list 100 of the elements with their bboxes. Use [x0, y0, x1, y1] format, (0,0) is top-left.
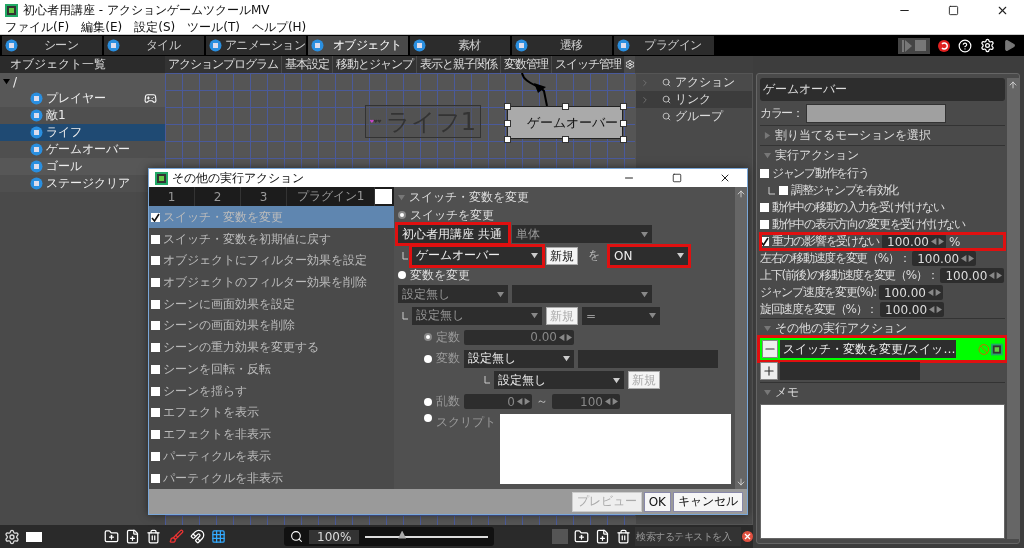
arrow-up-icon[interactable]	[1008, 80, 1018, 90]
checkbox[interactable]	[151, 343, 160, 353]
tab[interactable]: 変数管理	[501, 56, 551, 73]
add-folder-icon[interactable]	[574, 529, 589, 544]
checkbox[interactable]	[779, 186, 788, 195]
new-button[interactable]: 新規	[546, 246, 578, 265]
tree-item[interactable]: ライフ	[0, 124, 165, 141]
checkbox[interactable]	[151, 473, 160, 483]
list-item[interactable]: パーティクルを非表示	[149, 467, 394, 489]
memo-field[interactable]	[760, 404, 1005, 539]
list-item[interactable]: オブジェクトのフィルター効果を削除	[149, 271, 394, 294]
tree-item[interactable]: ゲームオーバー	[0, 141, 165, 158]
number-field[interactable]: 0	[464, 394, 532, 410]
text-field[interactable]	[578, 349, 718, 368]
tree-item[interactable]: プレイヤー	[0, 90, 165, 107]
dropdown[interactable]: 設定無し	[494, 371, 624, 390]
maximize-icon[interactable]	[947, 4, 959, 16]
grid-icon[interactable]	[211, 529, 226, 544]
checkbox[interactable]	[760, 169, 769, 178]
color-swatch[interactable]	[805, 103, 946, 123]
tab[interactable]: スイッチ管理	[552, 56, 624, 73]
checkbox[interactable]	[151, 451, 160, 461]
list-item[interactable]: パーティクルを表示	[149, 445, 394, 468]
number-field[interactable]: 100.00	[940, 268, 1005, 283]
menu-item[interactable]: 編集(E)	[81, 18, 123, 36]
checkbox[interactable]	[151, 386, 160, 396]
settings-icon[interactable]	[4, 528, 20, 545]
checkbox[interactable]	[760, 220, 769, 229]
section-title[interactable]: 割り当てるモーションを選択	[775, 127, 931, 144]
number-field[interactable]: 100.00	[912, 251, 977, 266]
close-icon[interactable]	[719, 172, 731, 184]
menu-item[interactable]: ファイル(F)	[5, 18, 70, 36]
checkbox[interactable]	[151, 321, 160, 331]
dropdown[interactable]: 初心者用講座 共通	[398, 225, 508, 244]
tab[interactable]: アクションプログラム	[165, 56, 281, 73]
list-item[interactable]: リンク	[636, 91, 752, 108]
list-item[interactable]: シーンの画面効果を削除	[149, 315, 394, 337]
toolbar-tab[interactable]: 遷移	[512, 36, 612, 55]
list-item[interactable]: アクション	[636, 74, 752, 91]
section-title[interactable]: メモ	[775, 384, 799, 401]
list-item[interactable]: スイッチ・変数を初期値に戻す	[149, 228, 394, 250]
clear-icon[interactable]	[742, 531, 753, 542]
checkbox[interactable]	[151, 234, 160, 244]
list-item[interactable]: グループ	[636, 108, 752, 125]
dropdown[interactable]: 単体	[512, 225, 652, 244]
list-item[interactable]: オブジェクトにフィルター効果を設定	[149, 249, 394, 272]
tree-item[interactable]: 敵1	[0, 107, 165, 124]
checkbox[interactable]	[151, 364, 160, 374]
tab[interactable]: 表示と親子関係	[417, 56, 500, 73]
number-field[interactable]: 100.00	[882, 234, 946, 249]
list-item[interactable]: シーンを揺らす	[149, 380, 394, 403]
trash-icon[interactable]	[146, 529, 161, 544]
list-item[interactable]: エフェクトを非表示	[149, 423, 394, 446]
checkbox[interactable]	[151, 256, 160, 266]
list-item[interactable]: エフェクトを表示	[149, 402, 394, 424]
radio-button[interactable]	[424, 354, 432, 363]
undo-icon[interactable]	[938, 39, 950, 52]
list-item[interactable]: シーンの重力効果を変更する	[149, 336, 394, 359]
checkbox[interactable]	[151, 212, 160, 222]
dropdown[interactable]: 設定無し	[464, 349, 574, 368]
dialog-button[interactable]: OK	[643, 491, 671, 512]
dropdown[interactable]: ON	[610, 246, 688, 265]
script-field[interactable]	[500, 414, 731, 484]
zoom-field[interactable]: 100%	[309, 529, 360, 544]
number-field[interactable]: 0.00	[464, 329, 574, 345]
maximize-icon[interactable]	[672, 173, 682, 183]
radio-button[interactable]	[424, 333, 432, 342]
add-file-icon[interactable]	[125, 529, 140, 544]
menu-item[interactable]: 設定(S)	[134, 18, 176, 36]
disable-icon[interactable]	[977, 342, 990, 356]
number-field[interactable]: 100.00	[878, 285, 943, 300]
checkbox[interactable]	[760, 203, 769, 212]
checkbox[interactable]	[151, 430, 160, 440]
add-folder-icon[interactable]	[104, 529, 119, 544]
toolbar-tab[interactable]: アニメーション	[206, 36, 306, 55]
toolbar-tab[interactable]: プラグイン	[614, 36, 714, 55]
dialog-button[interactable]: キャンセル	[673, 491, 743, 512]
magnet-icon[interactable]	[190, 529, 205, 544]
toolbar-tab[interactable]: オブジェクト	[308, 36, 408, 55]
section-title[interactable]: その他の実行アクション	[775, 320, 907, 337]
settings-icon[interactable]	[625, 57, 635, 72]
checkbox[interactable]	[151, 278, 160, 287]
film-icon[interactable]	[26, 531, 42, 542]
arrow-up-icon[interactable]	[736, 189, 746, 199]
radio-button[interactable]	[398, 271, 406, 279]
list-item[interactable]: シーンに画面効果を設定	[149, 293, 394, 316]
tree-item[interactable]: ゴール	[0, 158, 165, 175]
checkbox[interactable]	[760, 237, 769, 246]
play-icon[interactable]	[1003, 39, 1016, 52]
search-field[interactable]: 検索するテキストを入	[635, 527, 741, 546]
number-field[interactable]: 100.00	[880, 302, 945, 317]
radio-button[interactable]	[424, 397, 432, 406]
checkbox[interactable]	[151, 299, 160, 309]
dropdown[interactable]: 設定無し	[398, 285, 508, 304]
radio-button[interactable]	[424, 414, 432, 422]
dropdown[interactable]: 設定無し	[412, 306, 542, 325]
toolbar-tab[interactable]: シーン	[2, 36, 102, 55]
menu-item[interactable]: ツール(T)	[187, 18, 240, 36]
add-button[interactable]	[760, 362, 778, 380]
remove-button[interactable]	[762, 340, 779, 358]
